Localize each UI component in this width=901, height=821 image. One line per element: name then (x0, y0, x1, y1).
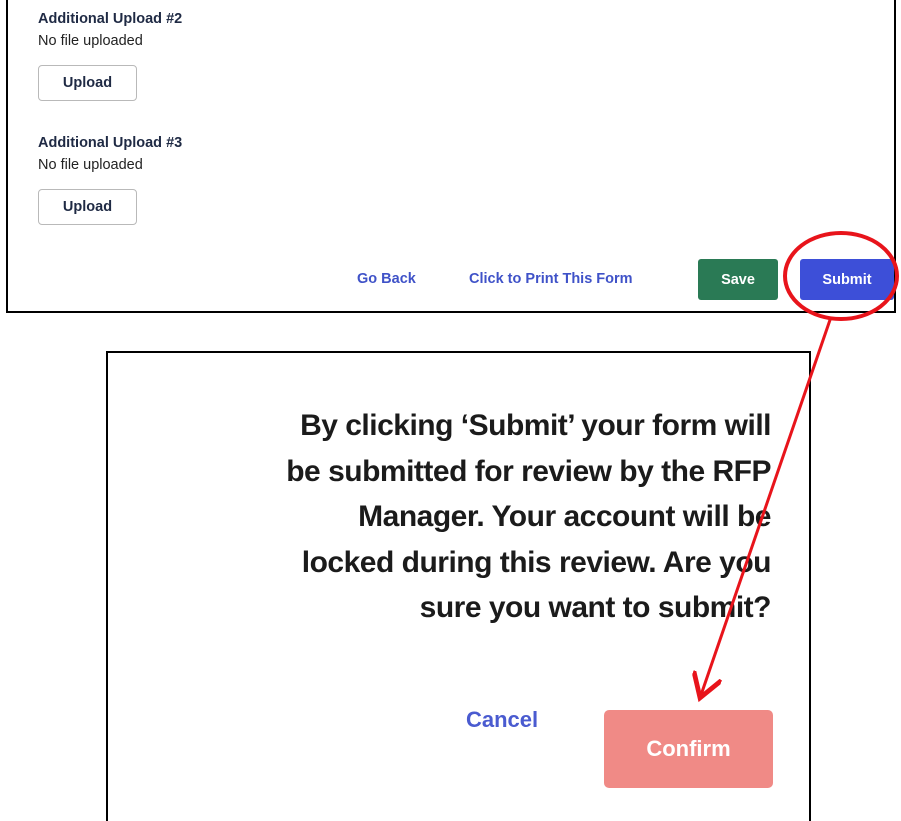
confirm-button[interactable]: Confirm (604, 710, 773, 788)
form-panel: Additional Upload #2 No file uploaded Up… (6, 0, 896, 313)
upload-section-3: Additional Upload #3 No file uploaded Up… (38, 134, 182, 225)
upload-section-2: Additional Upload #2 No file uploaded Up… (38, 10, 182, 101)
dialog-message-line: be submitted for review by the RFP (286, 454, 771, 488)
upload-button[interactable]: Upload (38, 65, 137, 101)
save-button[interactable]: Save (698, 259, 778, 300)
dialog-message: By clicking ‘Submit’ your form will be s… (131, 403, 771, 631)
confirm-submit-dialog: By clicking ‘Submit’ your form will be s… (106, 351, 811, 821)
print-form-link[interactable]: Click to Print This Form (469, 271, 633, 287)
cancel-button[interactable]: Cancel (466, 707, 538, 733)
dialog-message-line: By clicking ‘Submit’ your form will (300, 409, 771, 442)
dialog-message-line: Manager. Your account will be (358, 500, 771, 533)
upload-title: Additional Upload #2 (38, 11, 183, 27)
dialog-message-line: locked during this review. Are you (301, 545, 772, 579)
upload-status: No file uploaded (38, 157, 143, 173)
go-back-link[interactable]: Go Back (357, 271, 416, 287)
submit-button[interactable]: Submit (800, 259, 894, 300)
upload-title: Additional Upload #3 (38, 135, 183, 151)
dialog-message-line: sure you want to submit? (419, 591, 772, 624)
upload-status: No file uploaded (38, 33, 143, 49)
upload-button[interactable]: Upload (38, 189, 137, 225)
